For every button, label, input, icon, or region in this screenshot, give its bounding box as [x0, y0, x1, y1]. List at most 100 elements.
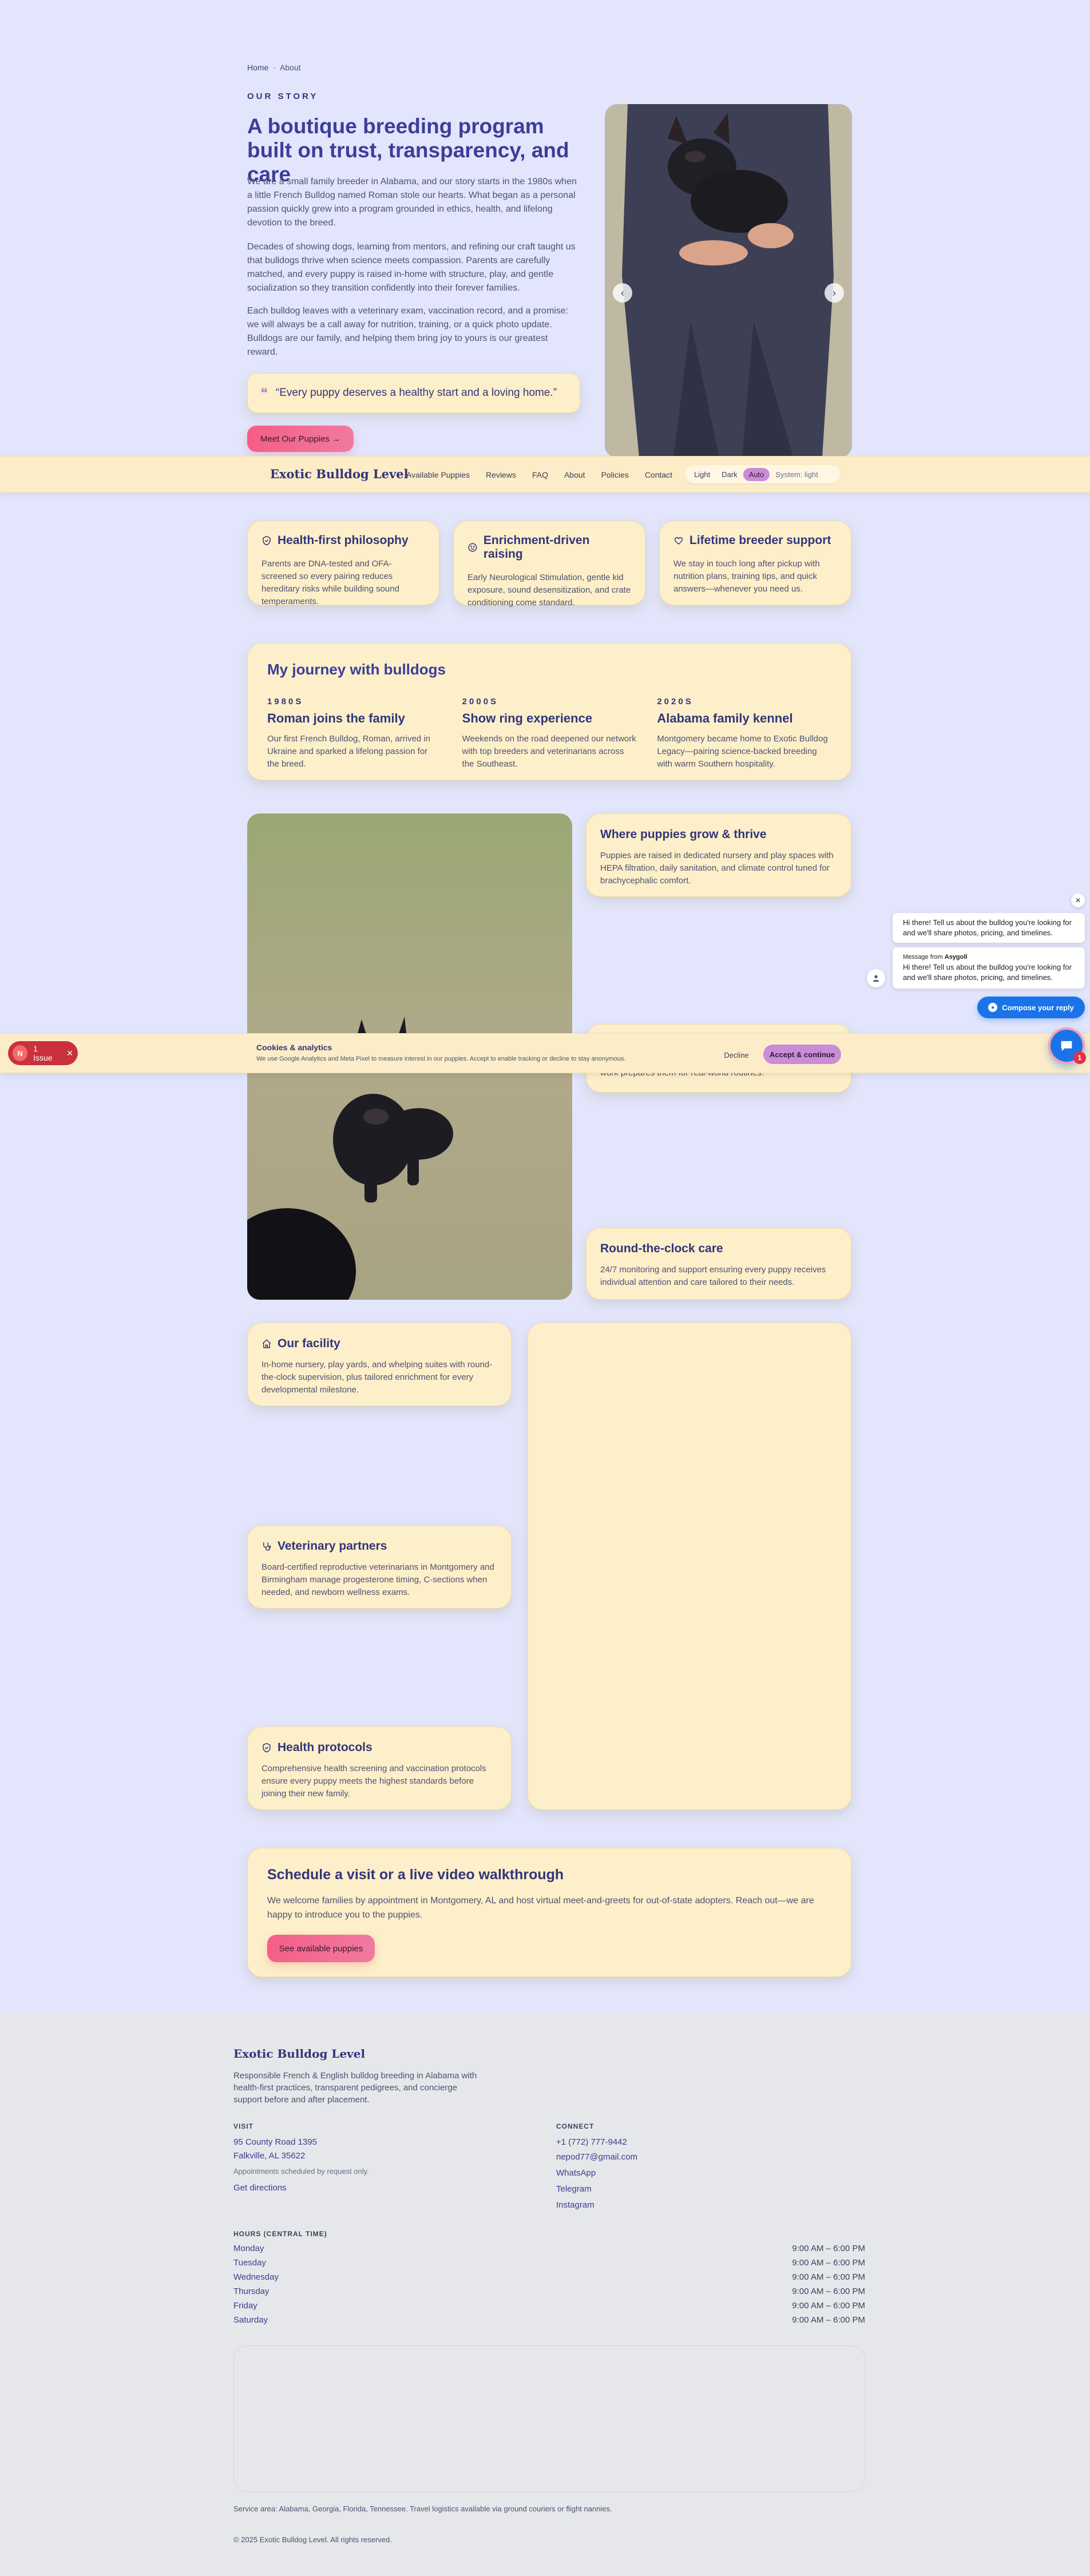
- chat-bubble-2-text: Hi there! Tell us about the bulldog you'…: [903, 963, 1072, 982]
- main-nav: Available Puppies Reviews FAQ About Poli…: [406, 470, 672, 479]
- hours-day: Thursday: [233, 2287, 269, 2296]
- hours-row: Wednesday 9:00 AM – 6:00 PM: [233, 2272, 865, 2287]
- smile-icon: [468, 543, 477, 552]
- footer-address-line-2[interactable]: Falkville, AL 35622: [233, 2151, 305, 2161]
- site-header: Exotic Bulldog Level Available Puppies R…: [0, 456, 1090, 493]
- carousel-next-button[interactable]: ›: [825, 283, 844, 303]
- timeline-text: Our first French Bulldog, Roman, arrived…: [267, 734, 431, 769]
- hero-paragraph-3: Each bulldog leaves with a veterinary ex…: [247, 306, 569, 357]
- hours-time: 9:00 AM – 6:00 PM: [792, 2244, 865, 2253]
- breadcrumb-current: About: [280, 63, 301, 72]
- cookie-text: We use Google Analytics and Meta Pixel t…: [256, 1055, 626, 1062]
- footer-phone-link[interactable]: +1 (772) 777-9442: [556, 2137, 627, 2147]
- theme-dark-option[interactable]: Dark: [716, 468, 743, 481]
- issues-label: 1 Issue: [33, 1044, 53, 1062]
- feature-card-grow: Where puppies grow & thrive Puppies are …: [586, 813, 851, 897]
- footer-hours-list: Monday 9:00 AM – 6:00 PM Tuesday 9:00 AM –…: [233, 2244, 865, 2329]
- close-icon[interactable]: ✕: [66, 1049, 73, 1058]
- nav-available-puppies[interactable]: Available Puppies: [406, 470, 470, 479]
- hours-time: 9:00 AM – 6:00 PM: [792, 2258, 865, 2268]
- chat-bubble-icon: [1061, 1041, 1072, 1051]
- footer-whatsapp-link[interactable]: WhatsApp: [556, 2168, 596, 2178]
- timeline-item: 2020S Alabama family kennel Montgomery b…: [657, 697, 831, 771]
- pillar-card-health: Health-first philosophy Parents are DNA-…: [247, 521, 439, 606]
- footer-copyright: © 2025 Exotic Bulldog Level. All rights …: [233, 2535, 392, 2544]
- timeline-era: 1980S: [267, 697, 304, 706]
- feature-card-care: Round-the-clock care 24/7 monitoring and…: [586, 1228, 851, 1300]
- chat-compose-button[interactable]: ● Compose your reply: [977, 997, 1085, 1018]
- chat-bubble-2[interactable]: Message from Asygoll Hi there! Tell us a…: [893, 947, 1085, 989]
- footer-address-line-1[interactable]: 95 County Road 1395: [233, 2137, 317, 2147]
- close-icon: ✕: [1075, 896, 1081, 904]
- nav-reviews[interactable]: Reviews: [486, 470, 516, 479]
- footer-connect-heading: CONNECT: [556, 2122, 594, 2130]
- footer-hours-heading: HOURS (CENTRAL TIME): [233, 2230, 327, 2238]
- cookie-accept-button[interactable]: Accept & continue: [763, 1045, 841, 1064]
- pillar-title: Enrichment-driven raising: [483, 534, 590, 561]
- chat-agent-avatar: [867, 969, 885, 987]
- hours-row: Saturday 9:00 AM – 6:00 PM: [233, 2315, 865, 2329]
- meet-puppies-button[interactable]: Meet Our Puppies →: [247, 426, 354, 452]
- chat-launcher-button[interactable]: 1: [1048, 1027, 1086, 1064]
- hours-time: 9:00 AM – 6:00 PM: [792, 2301, 865, 2311]
- hero-paragraph-2: Decades of showing dogs, learning from m…: [247, 242, 576, 293]
- footer-instagram-link[interactable]: Instagram: [556, 2200, 594, 2210]
- facility-title: Veterinary partners: [278, 1539, 387, 1553]
- brand-logo[interactable]: Exotic Bulldog Level: [270, 467, 409, 481]
- nav-contact[interactable]: Contact: [645, 470, 672, 479]
- hero-quote: “Every puppy deserves a healthy start an…: [275, 387, 557, 399]
- hours-time: 9:00 AM – 6:00 PM: [792, 2315, 865, 2325]
- hours-row: Monday 9:00 AM – 6:00 PM: [233, 2244, 865, 2258]
- cookie-decline-button[interactable]: Decline: [716, 1046, 756, 1063]
- nav-about[interactable]: About: [564, 470, 585, 479]
- chat-close-button[interactable]: ✕: [1071, 894, 1085, 907]
- chevron-right-icon: ›: [833, 287, 836, 299]
- pillar-card-enrichment: Enrichment-driven raising Early Neurolog…: [453, 521, 645, 608]
- nav-policies[interactable]: Policies: [601, 470, 629, 479]
- chat-compose-label: Compose your reply: [1002, 1003, 1074, 1012]
- site-footer: Exotic Bulldog Level Responsible French …: [0, 2014, 1090, 2576]
- schedule-card: Schedule a visit or a live video walkthr…: [247, 1848, 851, 1977]
- breadcrumb-separator: ·: [273, 63, 276, 72]
- chat-unread-badge: 1: [1073, 1051, 1086, 1064]
- breadcrumb-home[interactable]: Home: [247, 63, 268, 72]
- theme-light-option[interactable]: Light: [688, 468, 716, 481]
- timeline-item: 2000S Show ring experience Weekends on t…: [462, 697, 637, 771]
- feature-title: Round-the-clock care: [600, 1242, 723, 1255]
- footer-telegram-link[interactable]: Telegram: [556, 2184, 592, 2194]
- pillar-title: Health-first philosophy: [278, 534, 409, 547]
- pillar-text: Parents are DNA-tested and OFA-screened …: [261, 559, 399, 606]
- carousel-prev-button[interactable]: ‹: [613, 283, 632, 303]
- issues-pill[interactable]: N 1 Issue ✕: [8, 1041, 78, 1065]
- theme-switcher: Light Dark Auto System: light: [685, 465, 841, 483]
- hours-row: Thursday 9:00 AM – 6:00 PM: [233, 2287, 865, 2301]
- hours-day: Friday: [233, 2301, 257, 2311]
- footer-email-link[interactable]: nepod77@gmail.com: [556, 2152, 637, 2162]
- footer-service-area: Service area: Alabama, Georgia, Florida,…: [233, 2504, 612, 2513]
- footer-get-directions-link[interactable]: Get directions: [233, 2183, 287, 2193]
- cookie-banner: N 1 Issue ✕ Cookies & analytics We use G…: [0, 1033, 1090, 1073]
- home-icon: [262, 1339, 271, 1348]
- user-icon: [873, 975, 879, 982]
- see-available-puppies-button[interactable]: See available puppies: [267, 1935, 375, 1962]
- shield-icon: [263, 1743, 271, 1753]
- nav-faq[interactable]: FAQ: [532, 470, 548, 479]
- facility-title: Health protocols: [278, 1741, 372, 1754]
- journey-card: My journey with bulldogs 1980S Roman joi…: [247, 643, 851, 780]
- timeline-title: Show ring experience: [462, 711, 593, 725]
- hours-day: Saturday: [233, 2315, 268, 2325]
- hours-day: Monday: [233, 2244, 264, 2253]
- footer-map-embed[interactable]: [233, 2345, 865, 2492]
- stethoscope-icon: [263, 1542, 271, 1551]
- quote-icon: ❝: [260, 385, 268, 401]
- facility-map-panel: [528, 1323, 851, 1810]
- hours-day: Wednesday: [233, 2272, 279, 2282]
- schedule-text: We welcome families by appointment in Mo…: [267, 1896, 814, 1920]
- facility-card-vet: Veterinary partners Board-certified repr…: [247, 1525, 512, 1609]
- feature-title: Where puppies grow & thrive: [600, 828, 767, 841]
- chat-from-prefix: Message from: [903, 954, 945, 960]
- chat-bubble-1[interactable]: Hi there! Tell us about the bulldog you'…: [893, 913, 1085, 943]
- pillar-title: Lifetime breeder support: [689, 534, 831, 547]
- facility-text: Board-certified reproductive veterinaria…: [261, 1562, 494, 1597]
- theme-auto-option[interactable]: Auto: [743, 467, 770, 481]
